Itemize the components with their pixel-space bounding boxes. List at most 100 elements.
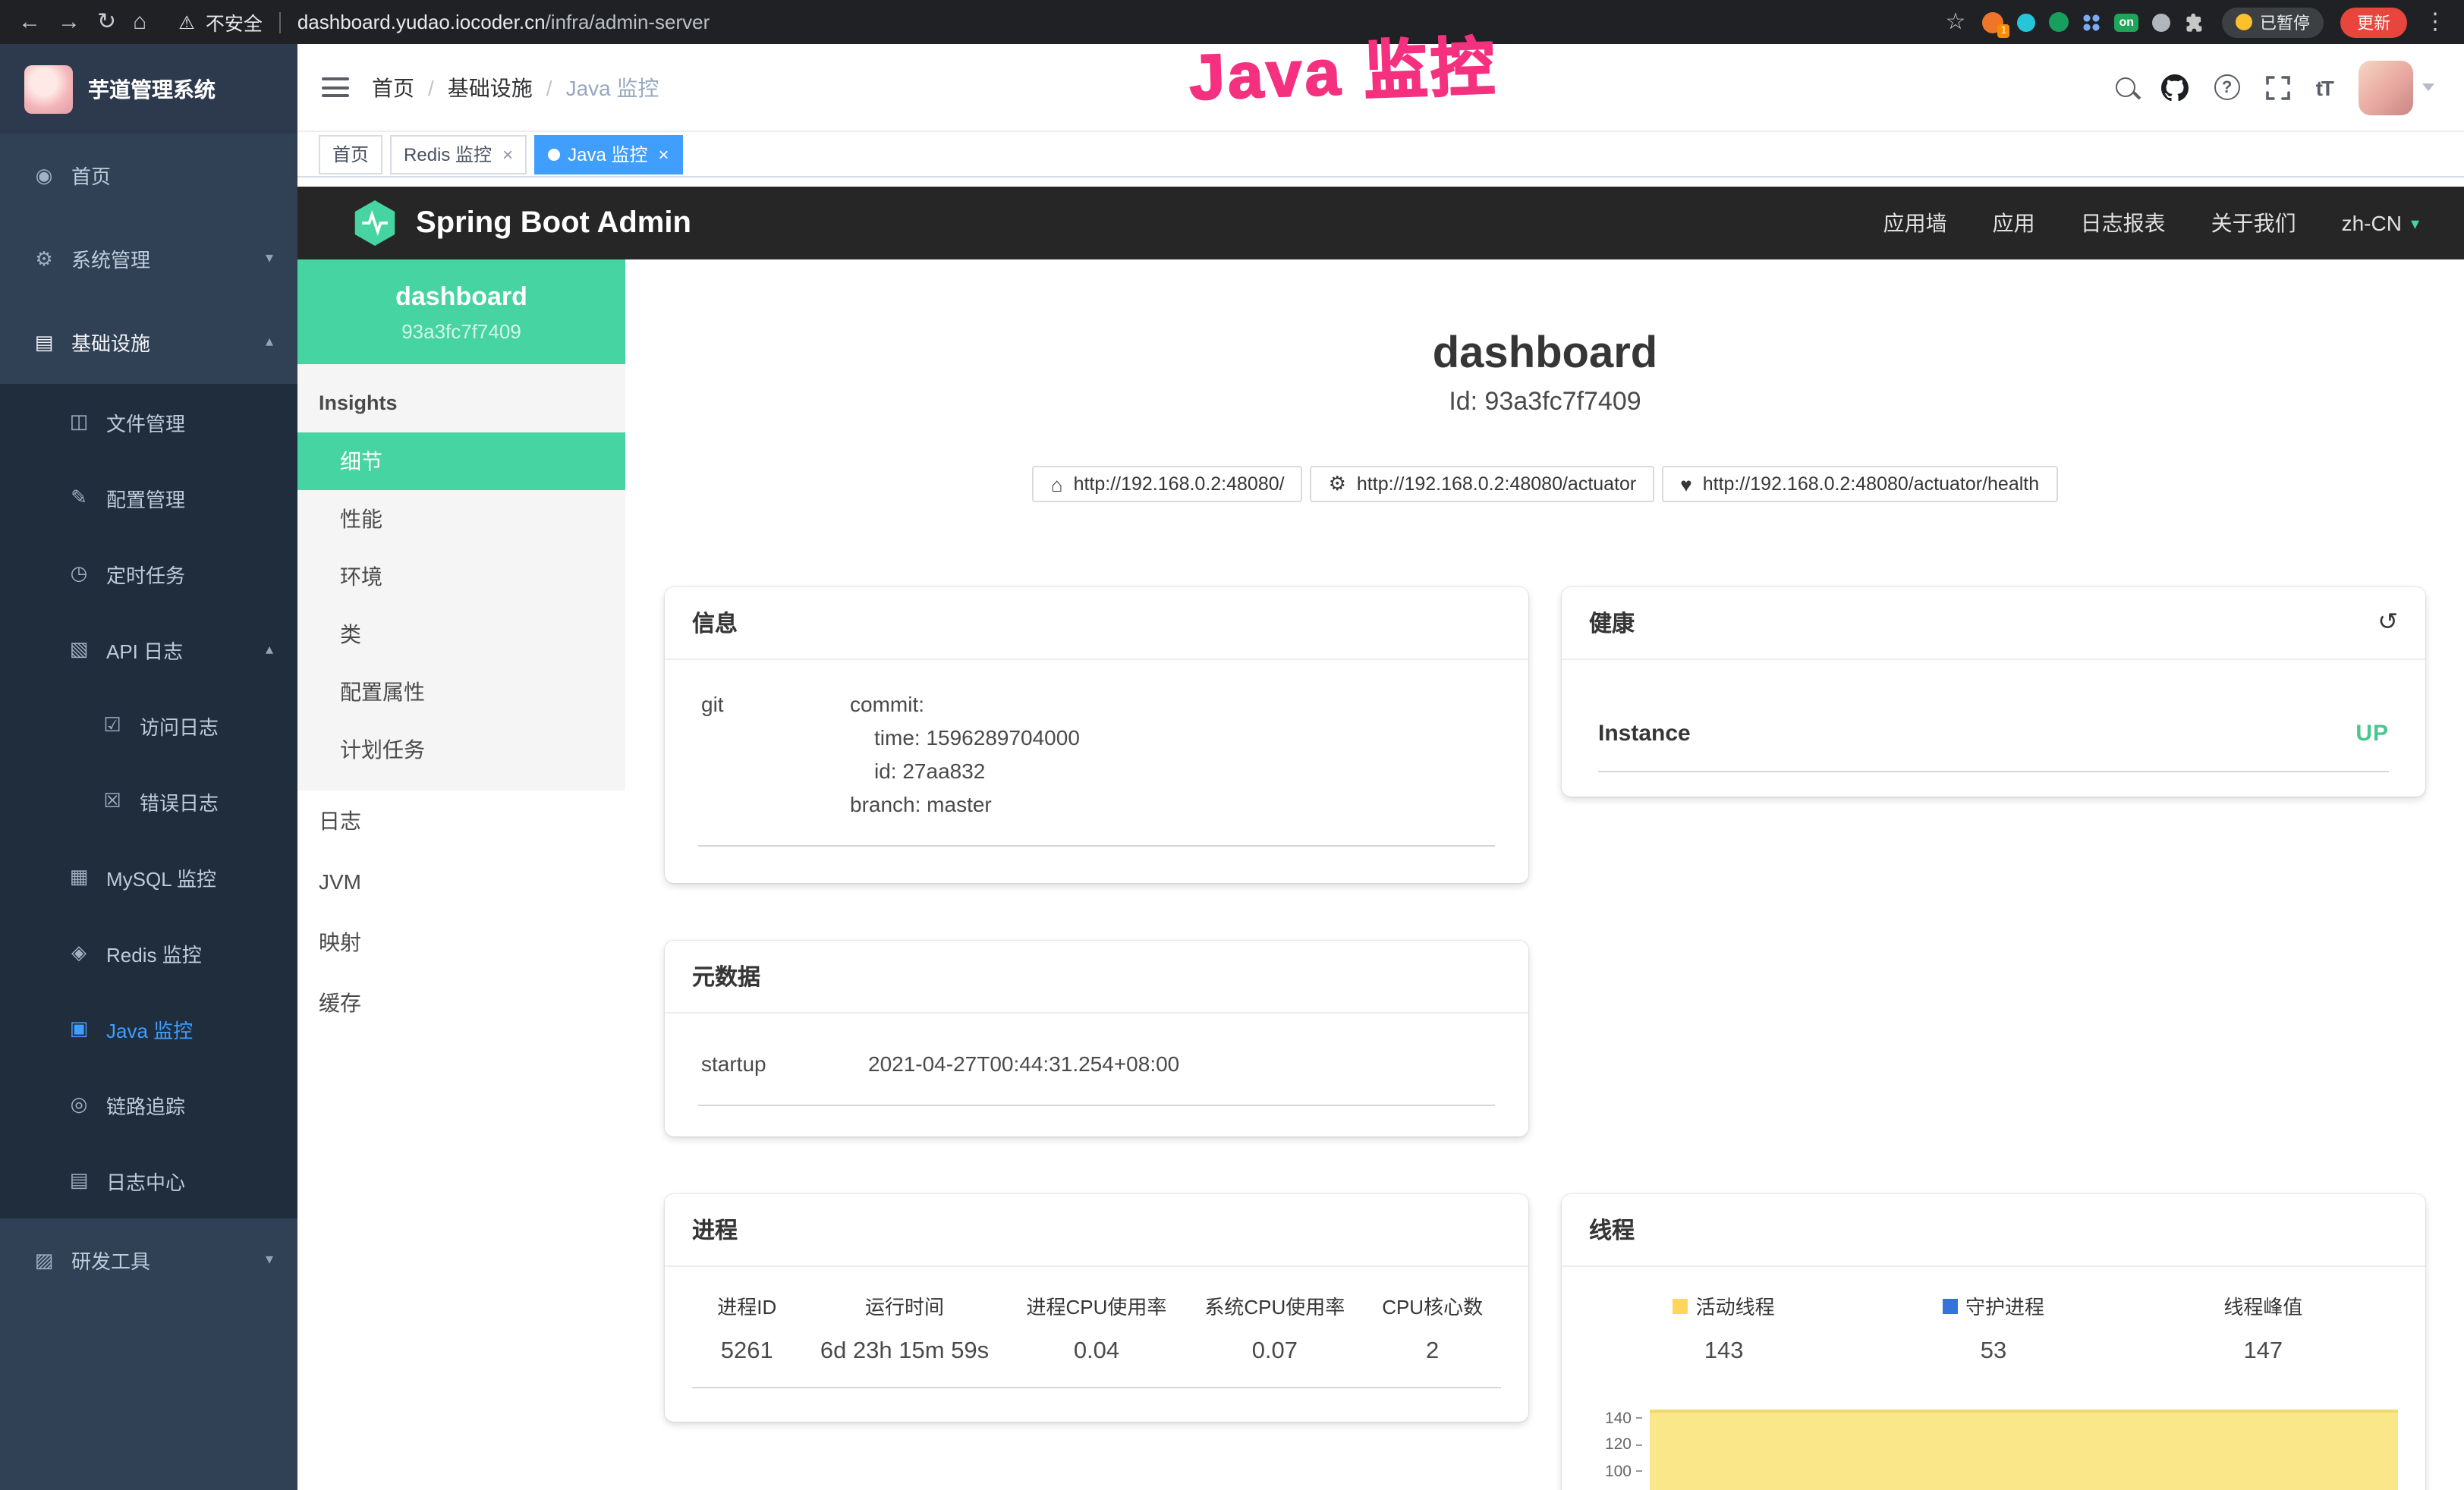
metadata-key: startup <box>698 1047 868 1080</box>
sba-item-jvm[interactable]: JVM <box>297 851 625 912</box>
info-value: commit: time: 1596289704000 id: 27aa832 … <box>850 687 1080 821</box>
extension-icon[interactable]: on <box>2114 13 2138 31</box>
cell-process-cpu: 0.04 <box>1008 1338 1186 1366</box>
cell-pid: 5261 <box>692 1338 802 1366</box>
edit-icon: ✎ <box>67 486 91 510</box>
sba-nav-about[interactable]: 关于我们 <box>2211 208 2296 238</box>
sba-nav-wall[interactable]: 应用墙 <box>1883 208 1947 238</box>
app-logo[interactable]: 芋道管理系统 <box>0 44 297 134</box>
fullscreen-icon[interactable] <box>2266 75 2290 99</box>
column-header: 进程ID <box>692 1291 802 1320</box>
sba-item-caches[interactable]: 缓存 <box>297 973 625 1033</box>
info-card: 信息 git commit: time: 1596289704000 id: 2… <box>665 587 1528 883</box>
sidebar-item-file[interactable]: ◫ 文件管理 <box>0 384 297 460</box>
tag-label: 首页 <box>332 141 369 167</box>
health-row-instance[interactable]: Instance UP <box>1598 721 2389 772</box>
sidebar-item-label: 系统管理 <box>71 244 150 273</box>
heart-icon: ♥ <box>1680 473 1691 495</box>
close-icon[interactable]: × <box>658 143 669 165</box>
extension-icon[interactable] <box>2082 13 2101 31</box>
active-dot <box>548 148 560 160</box>
sba-instance-block[interactable]: dashboard 93a3fc7f7409 <box>297 259 625 364</box>
y-tick-label: 100 <box>1605 1463 1632 1481</box>
paused-badge[interactable]: 已暂停 <box>2222 7 2324 37</box>
process-card: 进程 进程ID 运行时间 进程CPU使用率 系统CPU使用率 CPU核心数 <box>665 1194 1528 1422</box>
sba-item-metrics[interactable]: 性能 <box>297 490 625 548</box>
sidebar-item-trace[interactable]: ◎ 链路追踪 <box>0 1067 297 1143</box>
process-table-header: 进程ID 运行时间 进程CPU使用率 系统CPU使用率 CPU核心数 <box>692 1291 1501 1338</box>
sba-item-scheduled-tasks[interactable]: 计划任务 <box>297 721 625 778</box>
sba-nav-journal[interactable]: 日志报表 <box>2081 208 2166 238</box>
extension-icon[interactable] <box>2049 12 2069 32</box>
app-title: 芋道管理系统 <box>88 74 216 104</box>
breadcrumb-item[interactable]: 基础设施 <box>448 72 533 102</box>
chevron-down-icon: ▾ <box>2411 213 2419 233</box>
sidebar-item-mysql[interactable]: ▦ MySQL 监控 <box>0 839 297 915</box>
extension-icon[interactable] <box>2017 13 2035 31</box>
help-icon[interactable]: ? <box>2214 74 2240 100</box>
sba-item-mappings[interactable]: 映射 <box>297 912 625 973</box>
sidebar-item-infra[interactable]: ▤ 基础设施 ▴ <box>0 300 297 384</box>
sidebar-item-access-log[interactable]: ☑ 访问日志 <box>0 687 297 763</box>
sidebar-item-redis[interactable]: ◈ Redis 监控 <box>0 915 297 991</box>
spring-boot-admin-logo[interactable] <box>352 199 398 247</box>
extensions-puzzle-icon[interactable] <box>2184 11 2205 33</box>
breadcrumb-item[interactable]: 首页 <box>372 72 414 102</box>
close-icon[interactable]: × <box>502 143 513 165</box>
info-line: id: 27aa832 <box>850 754 1080 787</box>
browser-home-icon[interactable]: ⌂ <box>133 11 146 33</box>
sidebar-item-config[interactable]: ✎ 配置管理 <box>0 460 297 536</box>
breadcrumb-separator: / <box>546 75 552 99</box>
sidebar-item-log-center[interactable]: ▤ 日志中心 <box>0 1143 297 1218</box>
sidebar-item-system[interactable]: ⚙ 系统管理 ▾ <box>0 217 297 300</box>
sba-language-select[interactable]: zh-CN ▾ <box>2342 211 2419 235</box>
sidebar-item-label: 日志中心 <box>106 1166 185 1195</box>
address-bar[interactable]: dashboard.yudao.iocoder.cn/infra/admin-s… <box>297 11 710 33</box>
github-icon[interactable] <box>2161 74 2189 101</box>
sidebar-item-java-monitor[interactable]: ▣ Java 监控 <box>0 991 297 1067</box>
sidebar-item-dev-tools[interactable]: ▨ 研发工具 ▾ <box>0 1218 297 1302</box>
sba-item-environment[interactable]: 环境 <box>297 548 625 605</box>
tags-bar: 首页 Redis 监控 × Java 监控 × <box>297 132 2464 178</box>
actuator-url-button[interactable]: ⚙ http://192.168.0.2:48080/actuator <box>1311 466 1655 502</box>
threads-card: 线程 活动线程 143 守护进程 <box>1562 1194 2425 1490</box>
browser-menu-icon[interactable]: ⋮ <box>2424 11 2447 33</box>
sidebar-item-home[interactable]: ◉ 首页 <box>0 134 297 217</box>
extension-icon[interactable] <box>2152 13 2170 31</box>
bookmark-star-icon[interactable]: ☆ <box>1946 11 1966 33</box>
sidebar-item-job[interactable]: ◷ 定时任务 <box>0 536 297 611</box>
info-row-git: git commit: time: 1596289704000 id: 27aa… <box>698 684 1495 847</box>
tag-home[interactable]: 首页 <box>319 134 382 174</box>
navbar-tools: ? tT <box>2116 60 2434 115</box>
sba-item-classes[interactable]: 类 <box>297 605 625 663</box>
chevron-down-icon <box>2422 83 2434 91</box>
hamburger-icon[interactable] <box>322 77 349 97</box>
font-size-icon[interactable]: tT <box>2316 75 2333 99</box>
instance-url-button[interactable]: ⌂ http://192.168.0.2:48080/ <box>1033 466 1303 502</box>
extension-icon[interactable]: 1 <box>1982 11 2003 33</box>
site-security-chip[interactable]: ⚠ 不安全 <box>178 8 263 36</box>
health-url-button[interactable]: ♥ http://192.168.0.2:48080/actuator/heal… <box>1662 466 2057 502</box>
browser-reload-icon[interactable]: ↻ <box>97 11 116 33</box>
sba-nav-applications[interactable]: 应用 <box>1993 208 2035 238</box>
browser-back-icon[interactable]: ← <box>18 11 41 33</box>
history-icon[interactable]: ↺ <box>2377 611 2398 635</box>
warning-icon: ⚠ <box>178 11 195 33</box>
user-menu[interactable] <box>2359 60 2434 115</box>
legend-label: 线程峰值 <box>2223 1291 2302 1320</box>
sidebar-item-label: 基础设施 <box>71 328 150 357</box>
timer-icon: ◷ <box>67 561 91 586</box>
tag-redis-monitor[interactable]: Redis 监控 × <box>390 134 527 174</box>
column-header: 进程CPU使用率 <box>1008 1291 1186 1320</box>
sba-item-config-props[interactable]: 配置属性 <box>297 663 625 721</box>
y-tick-label: 140 <box>1605 1410 1632 1428</box>
sba-item-logs[interactable]: 日志 <box>297 791 625 851</box>
browser-forward-icon[interactable]: → <box>58 11 80 33</box>
search-icon[interactable] <box>2116 77 2135 97</box>
sidebar-item-label: 错误日志 <box>140 787 219 816</box>
tag-java-monitor[interactable]: Java 监控 × <box>534 134 682 174</box>
sba-item-details[interactable]: 细节 <box>297 432 625 490</box>
sidebar-item-error-log[interactable]: ☒ 错误日志 <box>0 763 297 839</box>
update-button[interactable]: 更新 <box>2340 7 2407 37</box>
sidebar-item-api-log[interactable]: ▧ API 日志 ▴ <box>0 611 297 687</box>
